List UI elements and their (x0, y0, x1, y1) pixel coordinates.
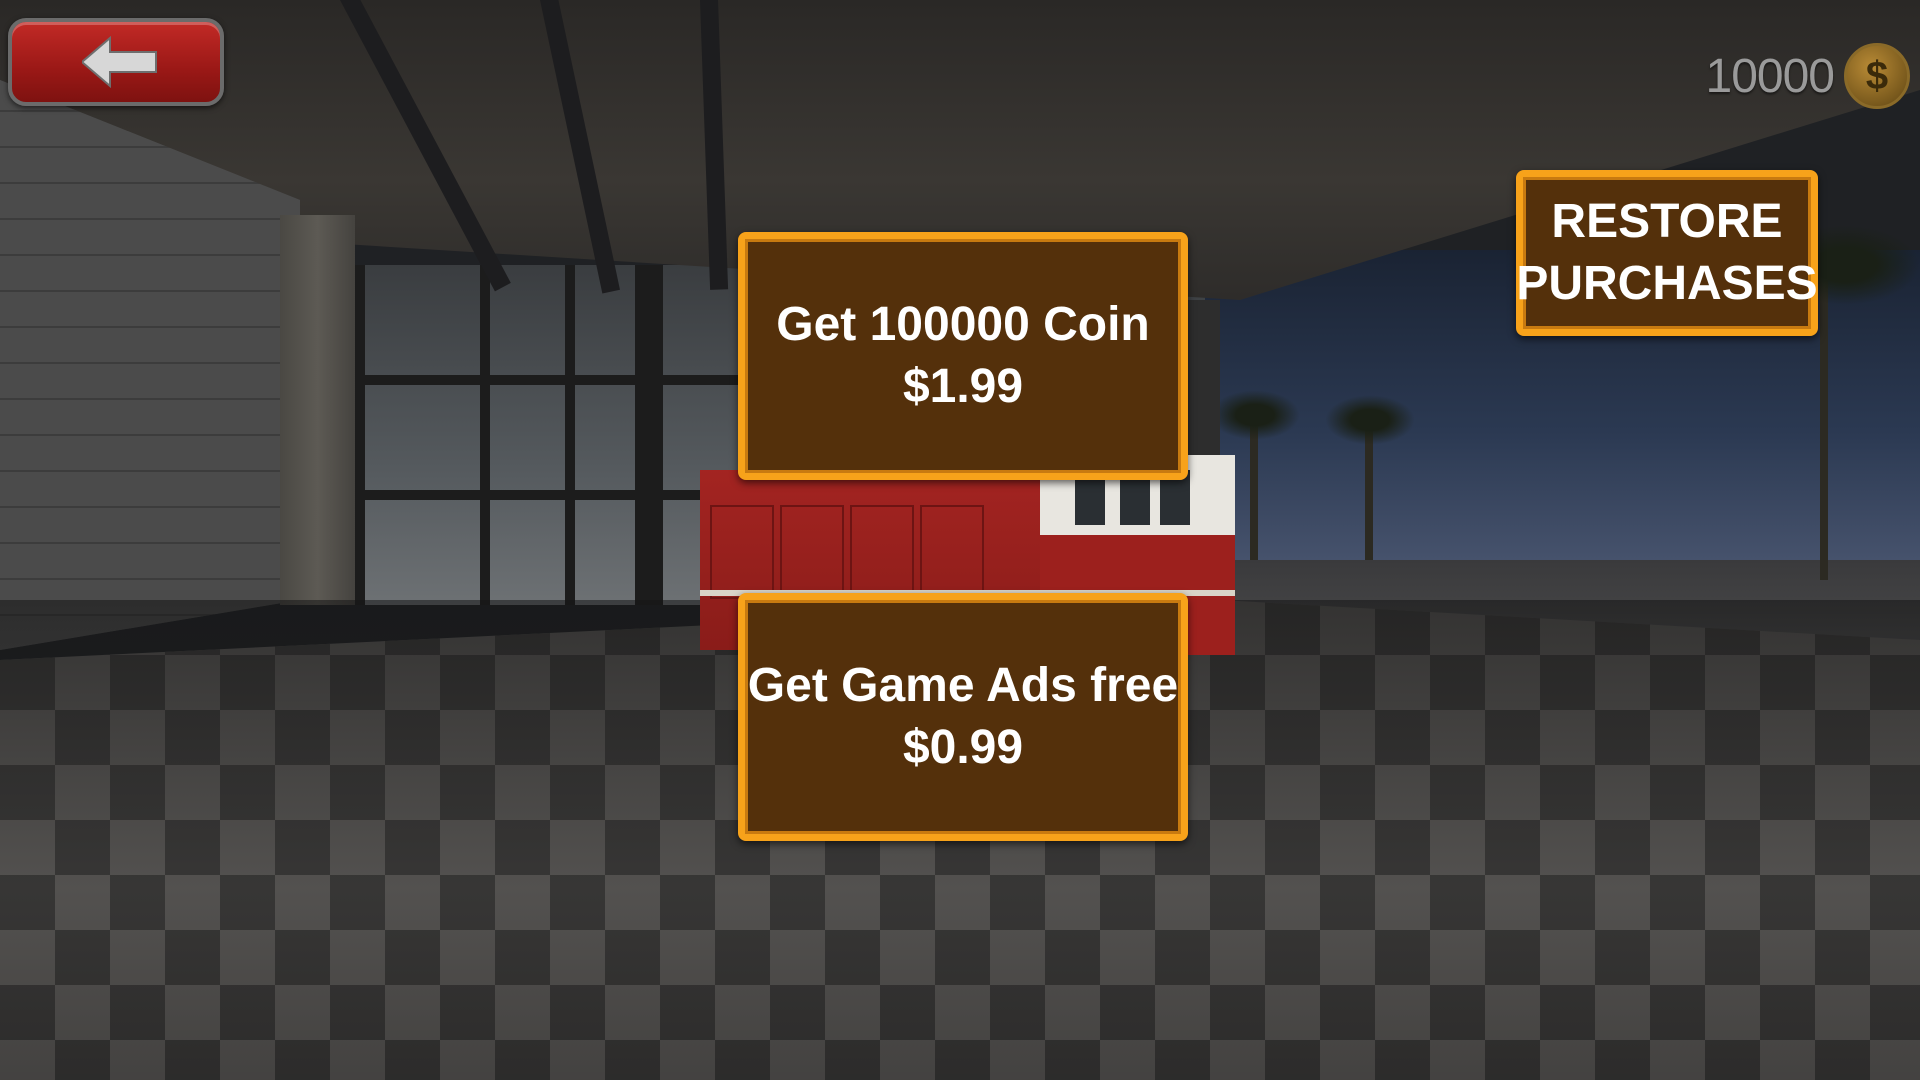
restore-label-line1: RESTORE (1551, 194, 1783, 248)
restore-purchases-button[interactable]: RESTORE PURCHASES (1516, 170, 1818, 336)
remove-ads-price: $0.99 (902, 721, 1024, 774)
remove-ads-button[interactable]: Get Game Ads free $0.99 (738, 593, 1188, 841)
window-frame (355, 265, 365, 605)
fire-truck-compartment (780, 505, 844, 599)
stone-pillar (280, 215, 355, 605)
palm-tree-leaves (1325, 395, 1415, 445)
restore-label-line2: PURCHASES (1516, 257, 1818, 310)
buy-coins-button[interactable]: Get 100000 Coin $1.99 (738, 232, 1188, 480)
fire-truck-compartment (710, 505, 774, 599)
palm-tree-leaves (1210, 390, 1300, 440)
fire-truck-compartment (850, 505, 914, 599)
palm-tree-trunk (1820, 260, 1828, 580)
coin-balance: 10000 $ (1706, 40, 1910, 112)
buy-coins-title: Get 100000 Coin (776, 297, 1150, 351)
window-frame (635, 265, 663, 605)
coin-balance-amount: 10000 (1705, 49, 1835, 103)
window-frame (565, 265, 575, 605)
window-frame (480, 265, 490, 605)
palm-tree-trunk (1250, 420, 1258, 560)
game-screen: 10000 $ RESTORE PURCHASES Get 100000 Coi… (0, 0, 1920, 1080)
fire-truck-compartment (920, 505, 984, 599)
back-button[interactable] (8, 18, 224, 106)
coin-icon: $ (1844, 43, 1910, 109)
arrow-left-icon (82, 36, 157, 88)
buy-coins-price: $1.99 (902, 360, 1024, 413)
remove-ads-title: Get Game Ads free (747, 658, 1179, 712)
